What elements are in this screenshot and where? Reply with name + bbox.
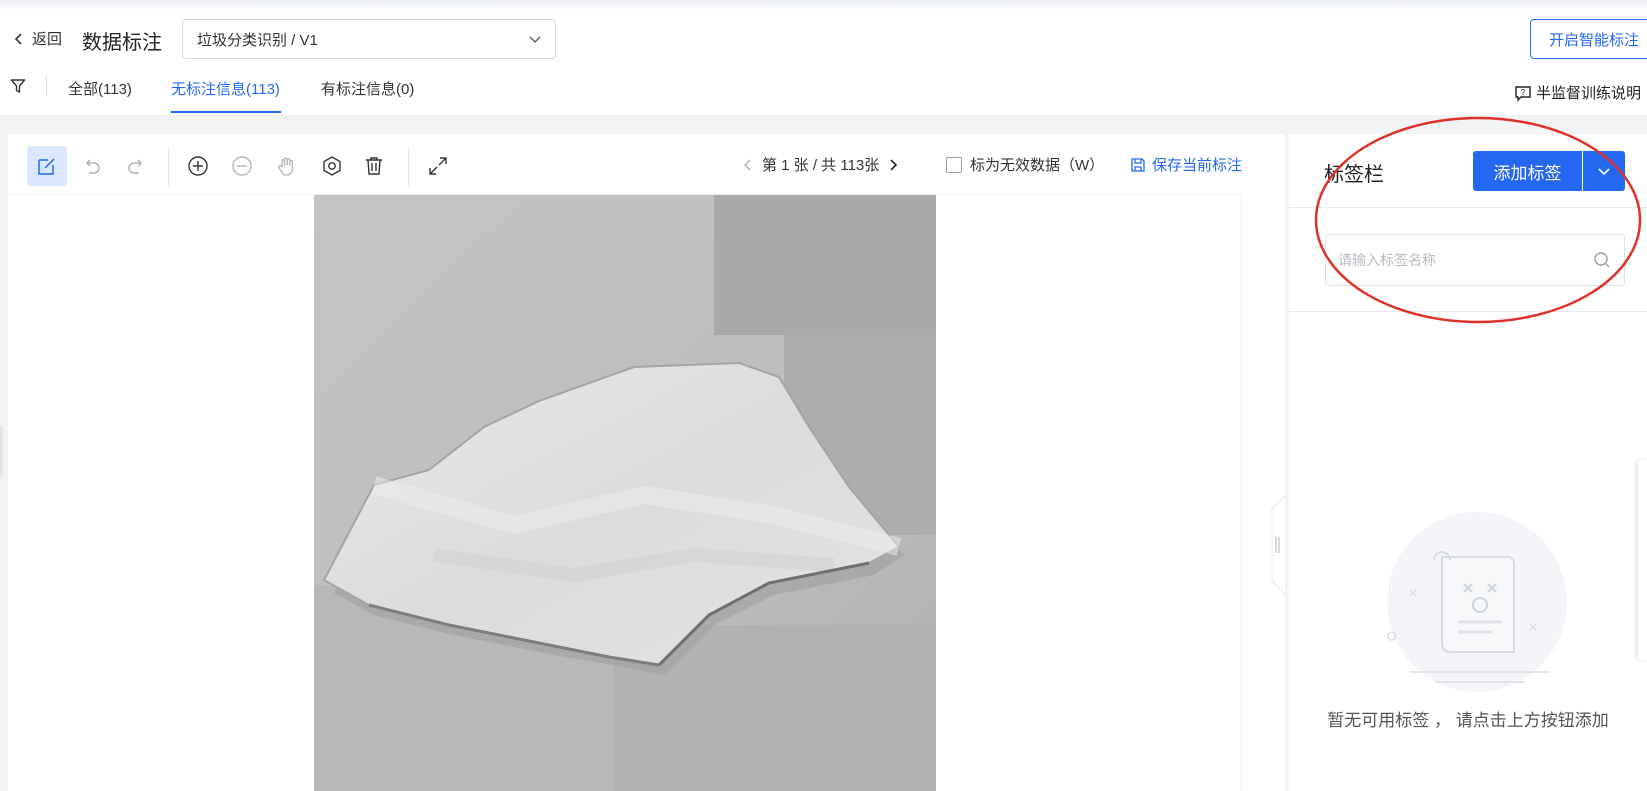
settings-button[interactable]: [312, 146, 352, 186]
back-label: 返回: [32, 31, 63, 48]
left-collapse-tab[interactable]: [0, 425, 3, 477]
pager-text: 第 1 张 / 共 113张: [762, 157, 880, 174]
delete-button[interactable]: [354, 146, 394, 186]
dataset-version-select[interactable]: 垃圾分类识别 / V1: [182, 19, 556, 59]
page-title: 数据标注: [82, 32, 162, 54]
empty-state-text: 暂无可用标签 ， 请点击上方按钮添加: [1327, 711, 1609, 730]
rect-tool-button[interactable]: [27, 146, 67, 186]
filter-divider: [46, 76, 47, 96]
chevron-left-icon[interactable]: [740, 157, 756, 173]
semi-supervised-help-link[interactable]: ? 半监督训练说明: [1514, 82, 1641, 103]
tab-labeled[interactable]: 有标注信息(0): [321, 78, 414, 99]
right-drawer-peek[interactable]: [1638, 460, 1647, 660]
redo-icon: [128, 159, 143, 174]
toolbar-separator: [408, 148, 409, 186]
chevron-left-icon: [14, 32, 22, 45]
mark-invalid-label: 标为无效数据（W）: [970, 157, 1105, 174]
empty-state-illustration: [1387, 512, 1567, 692]
save-icon: [1131, 157, 1145, 172]
fullscreen-button[interactable]: [418, 146, 458, 186]
label-panel-title: 标签栏: [1324, 164, 1384, 186]
label-search-input[interactable]: [1325, 234, 1625, 286]
save-label: 保存当前标注: [1152, 157, 1243, 174]
save-annotation-button[interactable]: 保存当前标注: [1130, 154, 1242, 175]
svg-text:?: ?: [1521, 88, 1526, 97]
add-label-dropdown-button[interactable]: [1583, 151, 1625, 191]
settings-icon: [323, 156, 341, 176]
zoom-out-button[interactable]: [222, 146, 262, 186]
undo-button[interactable]: [72, 146, 112, 186]
redo-button[interactable]: [116, 146, 156, 186]
mark-invalid-toggle[interactable]: 标为无效数据（W）: [946, 154, 1104, 175]
zoom-out-icon: [232, 156, 252, 176]
garbage-item-image: [314, 195, 936, 791]
tab-unlabeled[interactable]: 无标注信息(113): [171, 78, 280, 99]
undo-icon: [85, 159, 100, 174]
dataset-select-value: 垃圾分类识别 / V1: [197, 31, 318, 49]
edit-rect-icon: [38, 158, 55, 175]
back-button[interactable]: 返回: [12, 28, 62, 49]
chevron-down-icon: [1598, 168, 1610, 176]
smart-label-button[interactable]: 开启智能标注: [1530, 19, 1647, 59]
toolbar-separator: [168, 148, 169, 186]
active-tab-indicator: [171, 111, 281, 113]
annotation-image[interactable]: [314, 195, 936, 791]
panel-collapse-handle[interactable]: [1266, 495, 1286, 595]
chevron-down-icon: [529, 36, 541, 44]
zoom-in-button[interactable]: [178, 146, 218, 186]
top-shadow: [0, 0, 1647, 10]
pan-button[interactable]: [267, 146, 307, 186]
add-label-button[interactable]: 添加标签: [1473, 151, 1582, 191]
question-message-icon: ?: [1515, 85, 1531, 102]
search-icon[interactable]: [1593, 251, 1611, 269]
delete-icon: [366, 157, 382, 175]
fullscreen-icon: [429, 157, 447, 175]
mark-invalid-checkbox[interactable]: [946, 156, 962, 173]
filter-icon[interactable]: [10, 78, 26, 94]
tab-all[interactable]: 全部(113): [68, 78, 132, 99]
help-link-label: 半监督训练说明: [1536, 85, 1642, 102]
chevron-right-icon[interactable]: [885, 157, 901, 173]
panel-divider: [1289, 311, 1647, 312]
zoom-in-icon: [188, 156, 208, 176]
pager: 第 1 张 / 共 113张: [740, 154, 901, 175]
hand-pan-icon: [278, 157, 294, 176]
panel-divider: [1289, 207, 1647, 208]
